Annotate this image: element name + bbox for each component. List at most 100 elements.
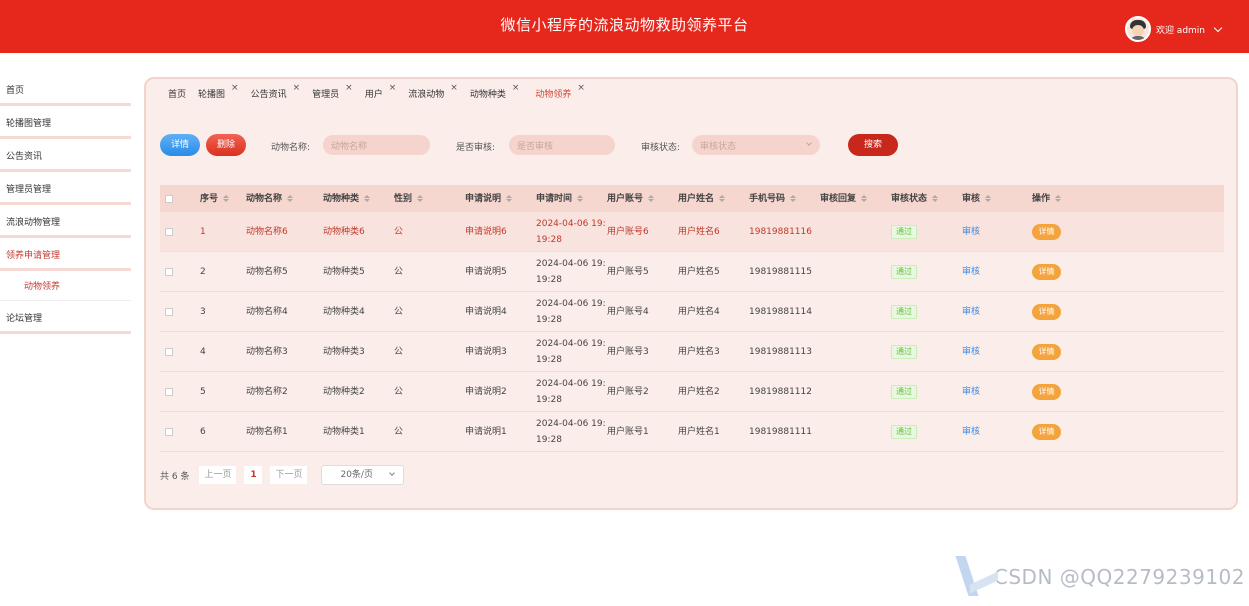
cell-time: 2024-04-06 19: 19:28 <box>536 298 606 325</box>
tab-bar: 首页 轮播图 × 公告资讯 × 管理员 × 用户 × 流浪动物 × 动物种类 × 动物领养 × <box>168 83 597 100</box>
select-all-checkbox[interactable] <box>165 194 173 203</box>
page-size-select[interactable]: 20条/页 <box>321 465 405 485</box>
user-label: 欢迎 admin <box>1155 25 1205 36</box>
cell-time: 2024-04-06 19: 19:28 <box>536 258 606 285</box>
animal-name-input[interactable]: 动物名称 <box>323 135 430 155</box>
row-detail-button[interactable]: 详情 <box>1032 423 1061 440</box>
cell-animal-kind: 动物种类1 <box>323 426 365 437</box>
audit-link[interactable]: 审核 <box>962 307 980 317</box>
audit-link[interactable]: 审核 <box>962 227 980 237</box>
tab-carousel[interactable]: 轮播图 × <box>198 83 239 100</box>
table-row[interactable]: 5 动物名称2 动物种类2 公 申请说明2 2024-04-06 19: 19:2… <box>160 372 1224 412</box>
tab-stray-animals[interactable]: 流浪动物 × <box>408 83 458 100</box>
table-row[interactable]: 4 动物名称3 动物种类3 公 申请说明3 2024-04-06 19: 19:2… <box>160 332 1224 372</box>
row-detail-button[interactable]: 详情 <box>1032 303 1061 320</box>
cell-sex: 公 <box>394 306 404 317</box>
sort-icon <box>577 195 584 202</box>
cell-account: 用户账号6 <box>607 226 649 237</box>
audit-link[interactable]: 审核 <box>962 267 980 277</box>
chevron-down-icon <box>389 470 396 476</box>
row-detail-button[interactable]: 详情 <box>1032 263 1061 280</box>
chevron-down-icon[interactable] <box>1213 23 1223 32</box>
cell-phone: 19819881112 <box>749 386 812 397</box>
col-header[interactable]: 动物种类 <box>323 191 394 207</box>
sidebar-item-stray-animals[interactable]: 流浪动物管理 <box>0 205 131 238</box>
sidebar-item-forum[interactable]: 论坛管理 <box>0 301 131 334</box>
cell-no: 6 <box>200 426 206 437</box>
close-icon[interactable]: × <box>293 83 301 93</box>
row-detail-button[interactable]: 详情 <box>1032 383 1061 400</box>
delete-button[interactable]: 删除 <box>206 134 246 156</box>
reviewed-input[interactable]: 是否审核 <box>509 135 615 155</box>
cell-time: 2024-04-06 19: 19:28 <box>536 418 606 445</box>
table-row[interactable]: 3 动物名称4 动物种类4 公 申请说明4 2024-04-06 19: 19:2… <box>160 292 1224 332</box>
col-header[interactable]: 手机号码 <box>749 191 820 207</box>
row-checkbox[interactable] <box>165 387 173 396</box>
cell-description: 申请说明2 <box>465 386 507 397</box>
cell-description: 申请说明3 <box>465 346 507 357</box>
main-panel: 首页 轮播图 × 公告资讯 × 管理员 × 用户 × 流浪动物 × 动物种类 × 动物领养 ×… <box>144 77 1238 510</box>
close-icon[interactable]: × <box>389 83 397 93</box>
col-header[interactable]: 审核 <box>962 191 1032 207</box>
tab-users[interactable]: 用户 × <box>365 83 397 100</box>
row-checkbox[interactable] <box>165 227 173 236</box>
sort-icon <box>506 195 513 202</box>
status-badge: 通过 <box>891 424 917 439</box>
detail-button[interactable]: 详情 <box>160 134 200 156</box>
sidebar-item-admins[interactable]: 管理员管理 <box>0 172 131 205</box>
search-button[interactable]: 搜索 <box>848 134 898 156</box>
col-header[interactable]: 操作 <box>1032 191 1112 207</box>
tab-admins[interactable]: 管理员 × <box>312 83 353 100</box>
col-header[interactable]: 审核回复 <box>820 191 891 207</box>
sidebar-item-news[interactable]: 公告资讯 <box>0 139 131 172</box>
avatar[interactable] <box>1124 16 1151 42</box>
page-number[interactable]: 1 <box>244 466 263 484</box>
row-checkbox[interactable] <box>165 347 173 356</box>
audit-link[interactable]: 审核 <box>962 347 980 357</box>
col-header[interactable]: 动物名称 <box>246 191 323 207</box>
close-icon[interactable]: × <box>512 83 520 93</box>
total-count: 共 6 条 <box>160 471 190 482</box>
row-checkbox[interactable] <box>165 267 173 276</box>
table-row[interactable]: 2 动物名称5 动物种类5 公 申请说明5 2024-04-06 19: 19:2… <box>160 252 1224 292</box>
status-select[interactable]: 审核状态 <box>692 135 820 155</box>
audit-link[interactable]: 审核 <box>962 387 980 397</box>
cell-user-name: 用户姓名2 <box>678 386 720 397</box>
tab-animal-kinds[interactable]: 动物种类 × <box>470 83 520 100</box>
close-icon[interactable]: × <box>345 83 353 93</box>
user-menu[interactable]: 欢迎 admin <box>1124 16 1223 42</box>
app-header: 微信小程序的流浪动物救助领养平台 欢迎 admin <box>0 0 1249 53</box>
cell-user-name: 用户姓名6 <box>678 226 720 237</box>
tab-news[interactable]: 公告资讯 × <box>251 83 301 100</box>
audit-link[interactable]: 审核 <box>962 427 980 437</box>
csdn-logo-icon <box>955 556 1000 598</box>
col-header[interactable]: 申请时间 <box>536 191 607 207</box>
tab-animal-adoption[interactable]: 动物领养 × <box>535 83 585 100</box>
sidebar-item-home[interactable]: 首页 <box>0 73 131 106</box>
tab-home[interactable]: 首页 <box>168 87 186 100</box>
col-header[interactable]: 用户姓名 <box>678 191 749 207</box>
close-icon[interactable]: × <box>577 83 585 93</box>
row-detail-button[interactable]: 详情 <box>1032 223 1061 240</box>
close-icon[interactable]: × <box>231 83 239 93</box>
cell-animal-name: 动物名称2 <box>246 386 288 397</box>
sidebar-item-adoption-requests[interactable]: 领养申请管理 <box>0 238 131 271</box>
table-row[interactable]: 1 动物名称6 动物种类6 公 申请说明6 2024-04-06 19: 19:2… <box>160 212 1224 252</box>
cell-animal-kind: 动物种类4 <box>323 306 365 317</box>
col-header[interactable]: 审核状态 <box>891 191 962 207</box>
col-header[interactable]: 用户账号 <box>607 191 678 207</box>
col-header[interactable]: 性别 <box>394 191 465 207</box>
row-checkbox[interactable] <box>165 427 173 436</box>
cell-animal-kind: 动物种类3 <box>323 346 365 357</box>
row-detail-button[interactable]: 详情 <box>1032 343 1061 360</box>
prev-page-button[interactable]: 上一页 <box>199 466 237 484</box>
sidebar-subitem-animal-adoption[interactable]: 动物领养 <box>0 271 131 301</box>
table-row[interactable]: 6 动物名称1 动物种类1 公 申请说明1 2024-04-06 19: 19:2… <box>160 412 1224 452</box>
col-header[interactable]: 申请说明 <box>465 191 536 207</box>
animal-name-label: 动物名称: <box>271 143 311 153</box>
row-checkbox[interactable] <box>165 307 173 316</box>
col-header[interactable]: 序号 <box>200 191 246 207</box>
sidebar-item-carousel[interactable]: 轮播图管理 <box>0 106 131 139</box>
next-page-button[interactable]: 下一页 <box>270 466 308 484</box>
close-icon[interactable]: × <box>450 83 458 93</box>
